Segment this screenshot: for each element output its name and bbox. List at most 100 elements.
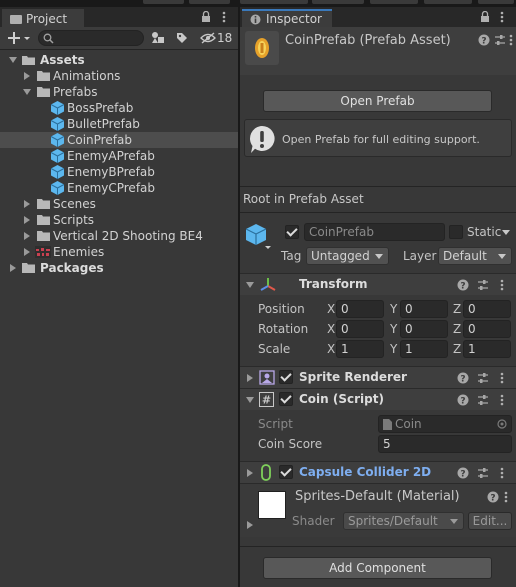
search-by-label-icon[interactable] [176, 32, 188, 44]
axis-y-label[interactable]: Y [390, 302, 397, 316]
search-input[interactable] [38, 30, 144, 46]
kebab-menu-icon[interactable] [504, 491, 508, 503]
tree-item-prefabs[interactable]: Prefabs [0, 84, 238, 100]
script-hash-icon: # [259, 392, 274, 407]
expand-arrow-icon[interactable] [24, 248, 30, 256]
create-plus-icon[interactable] [8, 31, 30, 45]
kebab-menu-icon[interactable] [500, 394, 504, 406]
open-prefab-button[interactable]: Open Prefab [263, 90, 492, 112]
help-icon[interactable]: ? [457, 279, 469, 291]
tree-item-assets[interactable]: Assets [0, 52, 238, 68]
tree-item-packages[interactable]: Packages [0, 260, 238, 276]
hidden-packages-icon[interactable] [200, 32, 216, 44]
gameobject-cube-icon[interactable] [246, 223, 272, 251]
expand-arrow-icon[interactable] [24, 200, 30, 208]
scale-x-field[interactable]: 1 [336, 340, 384, 358]
preset-slider-icon[interactable] [477, 467, 489, 479]
kebab-menu-icon[interactable] [222, 11, 226, 23]
svg-text:?: ? [460, 397, 465, 407]
lock-icon[interactable] [480, 11, 490, 22]
lock-icon[interactable] [201, 11, 211, 22]
preset-slider-icon[interactable] [477, 394, 489, 406]
tree-item-enemycprefab[interactable]: EnemyCPrefab [0, 180, 238, 196]
tab-inspector[interactable]: Inspector [242, 9, 332, 27]
transform-axis-icon [260, 278, 276, 291]
preset-slider-icon[interactable] [477, 279, 489, 291]
kebab-menu-icon[interactable] [500, 279, 504, 291]
tree-item-enemyaprefab[interactable]: EnemyAPrefab [0, 148, 238, 164]
tree-item-scenes[interactable]: Scenes [0, 196, 238, 212]
expand-arrow-icon[interactable] [24, 232, 30, 240]
kebab-menu-icon[interactable] [509, 34, 513, 46]
expand-arrow-icon[interactable] [10, 264, 16, 272]
search-by-type-icon[interactable] [151, 32, 165, 44]
axis-x-label[interactable]: X [327, 322, 335, 336]
kebab-menu-icon[interactable] [500, 372, 504, 384]
kebab-menu-icon[interactable] [500, 467, 504, 479]
axis-z-label[interactable]: Z [453, 322, 461, 336]
folder-icon [22, 263, 35, 273]
axis-y-label[interactable]: Y [390, 322, 397, 336]
coin-score-label: Coin Score [258, 437, 323, 451]
expand-arrow-icon[interactable] [9, 57, 17, 63]
tag-dropdown[interactable]: Untagged [306, 247, 389, 265]
help-icon[interactable]: ? [457, 394, 469, 406]
coin-score-field[interactable]: 5 [378, 435, 512, 453]
scale-z-field[interactable]: 1 [463, 340, 511, 358]
expand-arrow-icon[interactable] [24, 216, 30, 224]
coin-script-enabled-checkbox[interactable] [279, 392, 293, 406]
expand-arrow-icon[interactable] [247, 469, 253, 477]
static-label[interactable]: Static [467, 225, 501, 239]
position-y-field[interactable]: 0 [400, 300, 448, 318]
sprite-renderer-header[interactable]: Sprite Renderer ? [240, 366, 516, 388]
transform-header[interactable]: Transform ? [240, 273, 516, 295]
rotation-x-field[interactable]: 0 [336, 320, 384, 338]
position-z-field[interactable]: 0 [463, 300, 511, 318]
tree-item-enemybprefab[interactable]: EnemyBPrefab [0, 164, 238, 180]
preset-slider-icon[interactable] [477, 372, 489, 384]
dropdown-arrow-icon[interactable] [502, 230, 510, 235]
tree-item-vertical-2d-shooting[interactable]: Vertical 2D Shooting BE4 [0, 228, 238, 244]
expand-arrow-icon[interactable] [23, 89, 31, 95]
collapse-arrow-icon[interactable] [246, 397, 254, 403]
axis-z-label[interactable]: Z [453, 342, 461, 356]
shader-dropdown[interactable]: Sprites/Default [343, 512, 464, 530]
layer-dropdown[interactable]: Default [438, 247, 512, 265]
tree-item-animations[interactable]: Animations [0, 68, 238, 84]
help-icon[interactable]: ? [487, 491, 499, 503]
expand-arrow-icon[interactable] [247, 521, 253, 529]
tree-item-enemies[interactable]: Enemies [0, 244, 238, 260]
tree-item-bossprefab[interactable]: BossPrefab [0, 100, 238, 116]
axis-x-label[interactable]: X [327, 342, 335, 356]
scale-y-field[interactable]: 1 [400, 340, 448, 358]
material-preview[interactable] [258, 491, 286, 519]
active-checkbox[interactable] [285, 225, 299, 239]
coin-script-header[interactable]: # Coin (Script) ? [240, 388, 516, 410]
help-icon[interactable]: ? [478, 34, 490, 46]
help-icon[interactable]: ? [457, 467, 469, 479]
sprite-renderer-enabled-checkbox[interactable] [279, 370, 293, 384]
kebab-menu-icon[interactable] [500, 11, 504, 23]
help-icon[interactable]: ? [457, 372, 469, 384]
position-x-field[interactable]: 0 [336, 300, 384, 318]
tree-item-coinprefab[interactable]: CoinPrefab [0, 132, 238, 148]
tab-project[interactable]: Project [2, 9, 84, 27]
axis-z-label[interactable]: Z [453, 302, 461, 316]
object-name-field[interactable]: CoinPrefab [304, 223, 445, 241]
capsule-collider-header[interactable]: Capsule Collider 2D ? [240, 461, 516, 483]
rotation-y-field[interactable]: 0 [400, 320, 448, 338]
collapse-arrow-icon[interactable] [246, 282, 254, 288]
tree-item-scripts[interactable]: Scripts [0, 212, 238, 228]
tab-inspector-label: Inspector [266, 12, 322, 26]
expand-arrow-icon[interactable] [247, 374, 253, 382]
rotation-z-field[interactable]: 0 [463, 320, 511, 338]
axis-y-label[interactable]: Y [390, 342, 397, 356]
capsule-collider-enabled-checkbox[interactable] [279, 465, 293, 479]
static-checkbox[interactable] [449, 225, 463, 239]
expand-arrow-icon[interactable] [24, 72, 30, 80]
add-component-button[interactable]: Add Component [263, 557, 492, 579]
tree-item-bulletprefab[interactable]: BulletPrefab [0, 116, 238, 132]
axis-x-label[interactable]: X [327, 302, 335, 316]
settings-slider-icon[interactable] [494, 34, 506, 46]
edit-shader-button[interactable]: Edit... [468, 512, 512, 530]
